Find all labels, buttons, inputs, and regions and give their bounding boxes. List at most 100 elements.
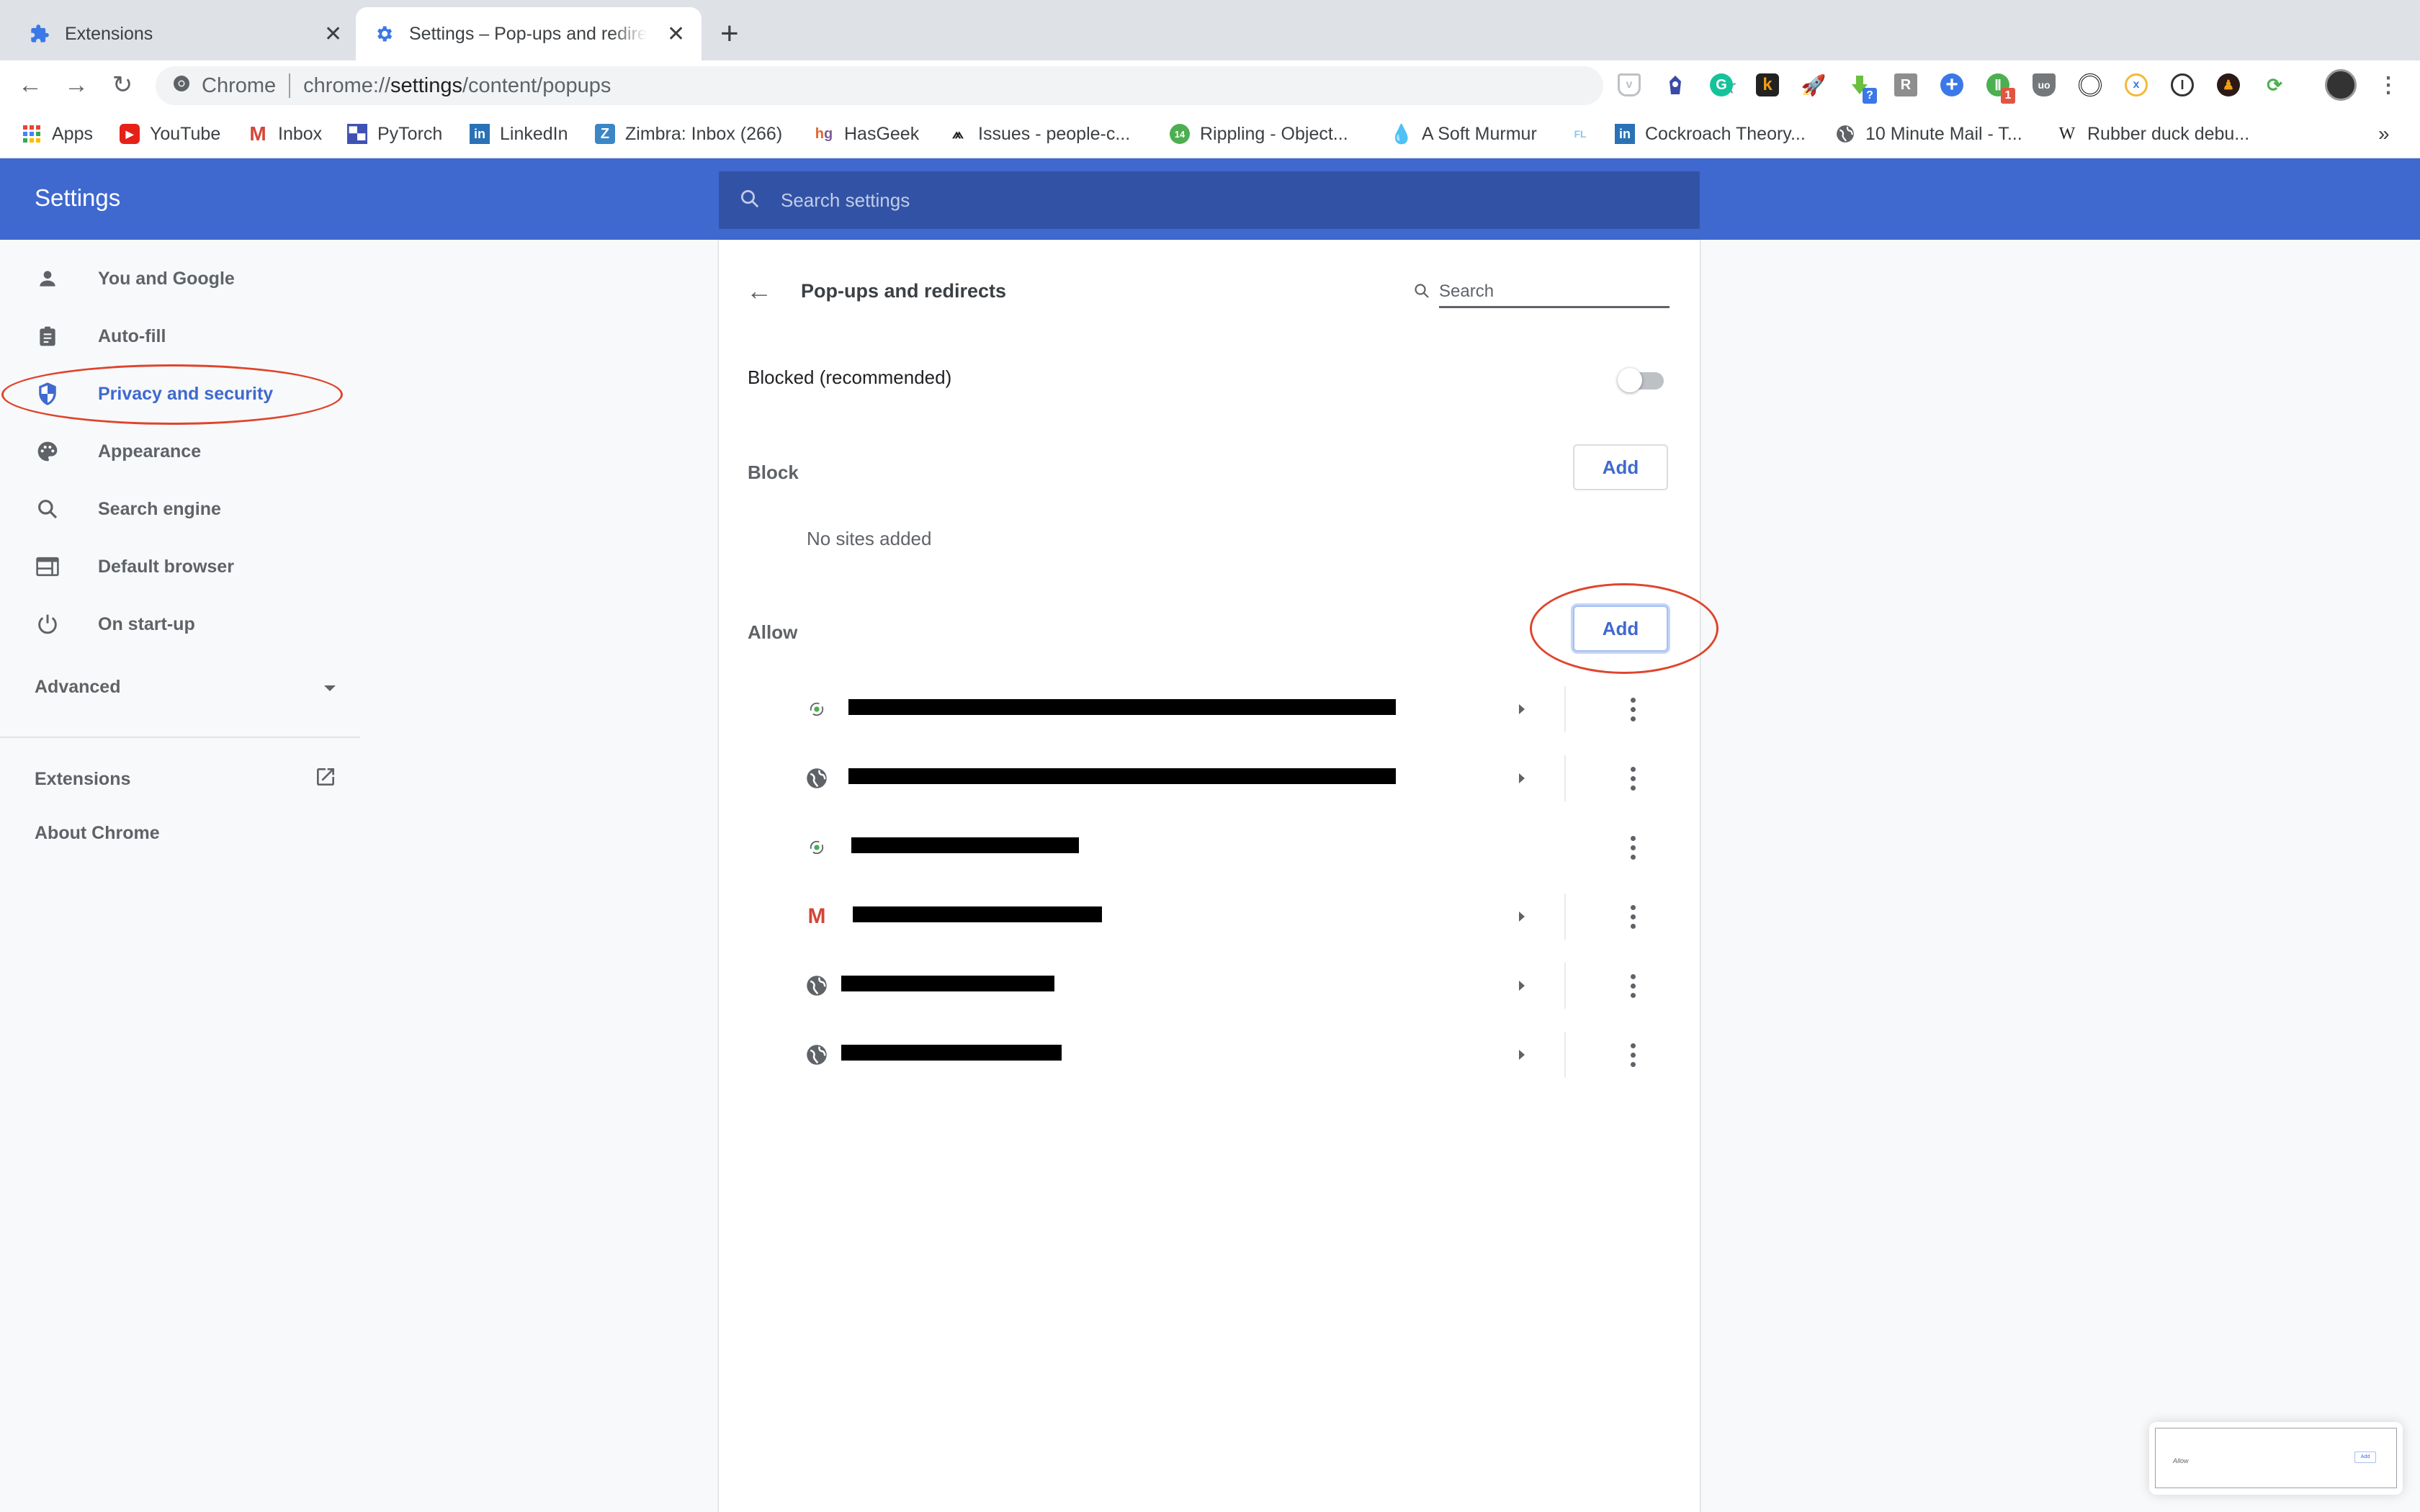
sidebar-item-you-and-google[interactable]: You and Google [0,250,360,307]
bookmark-rippling[interactable]: 14 Rippling - Object... [1170,122,1348,145]
back-arrow-icon[interactable]: ← [746,276,772,306]
concentric-icon[interactable] [2079,73,2102,96]
bookmark-youtube[interactable]: ▶ YouTube [120,122,220,145]
sidebar-about-chrome[interactable]: About Chrome [35,823,160,844]
more-actions-icon[interactable] [1622,899,1644,934]
sidebar-item-search-engine[interactable]: Search engine [0,480,360,538]
bookmark-10-minute-mail[interactable]: 10 Minute Mail - T... [1835,122,2022,145]
more-actions-icon[interactable] [1622,692,1644,726]
bookmark-linkedin[interactable]: in LinkedIn [470,122,568,145]
close-tab-icon[interactable]: ✕ [667,22,685,47]
tab-settings[interactable]: Settings – Pop-ups and redirects ✕ [356,7,702,60]
site-url-redacted [853,906,1102,922]
hasgeek-icon: hg [815,125,833,142]
bookmark-apps[interactable]: Apps [22,122,93,145]
sidebar-item-label: Default browser [98,556,234,577]
address-bar[interactable]: Chrome chrome://settings/content/popups … [156,66,1738,105]
bookmarks-overflow-button[interactable]: » [2378,122,2390,145]
expand-arrow-icon[interactable] [1511,1042,1533,1068]
plus-extension-icon[interactable]: + [1940,73,1963,96]
expand-arrow-icon[interactable] [1511,904,1533,930]
advanced-label: Advanced [35,677,121,697]
expand-arrow-icon[interactable] [1511,696,1533,722]
popups-settings-panel: ← Pop-ups and redirects Blocked (recomme… [719,240,1718,1512]
more-actions-icon[interactable] [1622,761,1644,796]
expand-arrow-icon[interactable] [1511,973,1533,999]
settings-search-input[interactable] [781,189,1645,212]
url-text[interactable]: chrome://settings/content/popups [303,74,611,98]
url-host: settings [390,73,462,97]
bookmark-soft-murmur[interactable]: 💧 A Soft Murmur [1390,122,1537,145]
allow-add-button[interactable]: Add [1573,606,1668,652]
forward-icon[interactable]: → [62,71,91,99]
xdebug-icon[interactable]: x [2125,73,2148,96]
subpage-search-input[interactable] [1439,276,1670,308]
tab-extensions[interactable]: Extensions ✕ [29,7,353,60]
subpage-title: Pop-ups and redirects [801,280,1007,302]
expand-arrow-icon[interactable] [1511,765,1533,791]
k-extension-icon[interactable]: k [1756,73,1779,96]
site-row[interactable] [719,813,1700,882]
sidebar-advanced-toggle[interactable]: Advanced [35,677,337,698]
bookmark-cockroach-theory[interactable]: in Cockroach Theory... [1615,122,1806,145]
download-icon[interactable]: ? [1848,73,1877,104]
bookmark-issues[interactable]: ⩕ Issues - people-c... [948,122,1130,145]
rocket-icon[interactable]: 🚀 [1801,73,1827,96]
sidebar-item-auto-fill[interactable]: Auto-fill [0,307,360,365]
whatsapp-sync-icon [805,836,828,859]
r-extension-icon[interactable]: R [1894,73,1917,96]
close-tab-icon[interactable]: ✕ [324,22,342,47]
site-row[interactable] [719,675,1700,744]
screenshot-thumbnail[interactable]: Allow Add [2149,1422,2403,1495]
bookmark-hasgeek[interactable]: hg HasGeek [814,122,919,145]
thumbnail-frame: Allow Add [2155,1428,2397,1488]
palette-icon [35,438,60,464]
clipboard-icon [35,323,60,349]
reload-icon[interactable]: ↻ [108,71,137,99]
bookmark-zimbra[interactable]: Z Zimbra: Inbox (266) [595,122,782,145]
thumbnail-button: Add [2354,1452,2376,1463]
bookmark-pytorch[interactable]: ▀▄ PyTorch [347,122,442,145]
bookmark-fl[interactable]: FL [1570,122,1600,145]
bookmark-rubber-duck[interactable]: W Rubber duck debu... [2057,122,2249,145]
chess-icon[interactable]: ♟ [2217,73,2240,96]
settings-search-box[interactable] [719,171,1700,229]
sidebar-extensions-link[interactable]: Extensions [35,765,337,793]
blocked-toggle[interactable] [1618,368,1664,392]
settings-sidebar: You and Google Auto-fill Privacy and sec… [0,240,360,1512]
more-actions-icon[interactable] [1622,1038,1644,1072]
grammarly-icon[interactable]: G [1710,73,1733,96]
more-actions-icon[interactable] [1622,830,1644,865]
subpage-search[interactable] [1413,274,1672,310]
menu-kebab-icon[interactable]: ⋮ [2377,73,2400,97]
whatsapp-sync-icon[interactable]: ⟳ [2263,73,2286,96]
back-icon[interactable]: ← [16,71,45,99]
block-add-button[interactable]: Add [1573,444,1668,490]
power-icon [35,611,60,637]
pushbullet-icon[interactable]: Ⅱ1 [1986,73,2015,104]
thumbnail-label: Allow [2173,1457,2189,1464]
1password-icon[interactable]: I [2171,73,2194,96]
bookmark-label: LinkedIn [500,123,568,144]
site-row[interactable] [719,744,1700,813]
sidebar-item-on-start-up[interactable]: On start-up [0,595,360,653]
more-actions-icon[interactable] [1622,968,1644,1003]
iit-kgp-icon[interactable] [1664,73,1687,96]
sentry-icon: ⩕ [952,125,964,142]
site-row[interactable] [719,1020,1700,1089]
sidebar-item-appearance[interactable]: Appearance [0,423,360,480]
sidebar-item-privacy-and-security[interactable]: Privacy and security [0,365,360,423]
ublock-origin-icon[interactable]: uo [2033,73,2056,96]
open-in-new-icon [314,765,337,793]
bookmark-label: 10 Minute Mail - T... [1865,123,2022,144]
site-row[interactable] [719,951,1700,1020]
puzzle-icon [29,23,50,45]
pocket-icon[interactable]: v [1618,73,1641,96]
bookmark-inbox[interactable]: M Inbox [248,122,322,145]
globe-icon [805,1043,828,1066]
profile-avatar[interactable] [2325,69,2357,101]
new-tab-button[interactable]: + [720,16,739,52]
site-row[interactable]: M [719,882,1700,951]
apps-grid-icon [22,124,42,144]
sidebar-item-default-browser[interactable]: Default browser [0,538,360,595]
